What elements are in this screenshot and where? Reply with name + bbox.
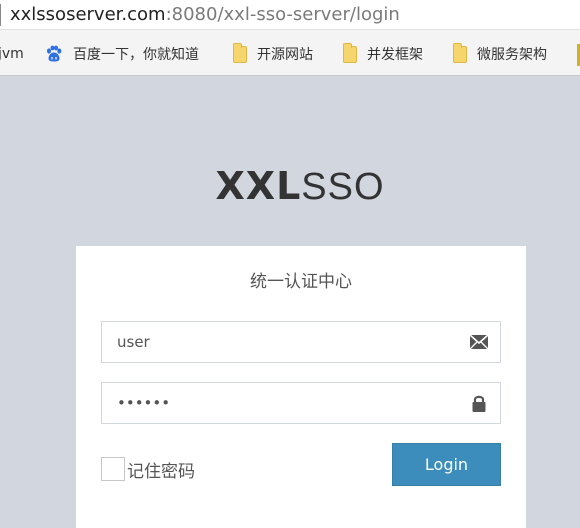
- logo-light-text: SSO: [301, 166, 385, 208]
- remember-me[interactable]: 记住密码: [101, 455, 195, 483]
- folder-icon: [233, 42, 247, 63]
- remember-me-checkbox[interactable]: [101, 457, 125, 481]
- username-field[interactable]: [101, 321, 501, 363]
- bookmark-open-source[interactable]: 开源网站: [233, 36, 313, 72]
- login-button[interactable]: Login: [392, 443, 501, 486]
- address-cursor: [0, 4, 1, 26]
- logo-bold-text: XXL: [215, 164, 302, 208]
- remember-me-label: 记住密码: [127, 461, 195, 482]
- bookmark-concurrency[interactable]: 并发框架: [343, 36, 423, 72]
- login-box-message: 统一认证中心: [250, 272, 352, 292]
- lock-icon: [469, 394, 489, 412]
- username-input[interactable]: [102, 322, 462, 362]
- bookmark-label: 微服务架构: [477, 47, 547, 63]
- password-field[interactable]: [101, 382, 501, 424]
- password-input[interactable]: [102, 383, 462, 423]
- bookmarks-bar: jvm 百度一下，你就知道 开源网站 并发框架 微服务架构: [0, 36, 580, 72]
- address-bar[interactable]: xxlssoserver.com:8080/xxl-sso-server/log…: [0, 0, 580, 30]
- baidu-paw-icon: [45, 45, 63, 63]
- login-logo: XXLSSO: [0, 164, 580, 209]
- bookmark-microservices[interactable]: 微服务架构: [453, 36, 547, 72]
- address-host: xxlssoserver.com: [10, 4, 166, 25]
- browser-chrome: xxlssoserver.com:8080/xxl-sso-server/log…: [0, 0, 580, 76]
- folder-icon: [343, 42, 357, 63]
- folder-icon: [453, 42, 467, 63]
- bookmark-label: 并发框架: [367, 47, 423, 63]
- envelope-icon: [469, 333, 489, 351]
- address-path: :8080/xxl-sso-server/login: [165, 4, 400, 25]
- bookmark-jvm[interactable]: jvm: [0, 36, 24, 72]
- bookmark-label: jvm: [0, 46, 24, 62]
- bookmark-label: 百度一下，你就知道: [73, 47, 199, 63]
- bookmark-label: 开源网站: [257, 47, 313, 63]
- login-box: 统一认证中心 记住密码 Login: [76, 246, 526, 528]
- address-url[interactable]: xxlssoserver.com:8080/xxl-sso-server/log…: [10, 3, 400, 27]
- bookmark-baidu[interactable]: 百度一下，你就知道: [45, 36, 199, 72]
